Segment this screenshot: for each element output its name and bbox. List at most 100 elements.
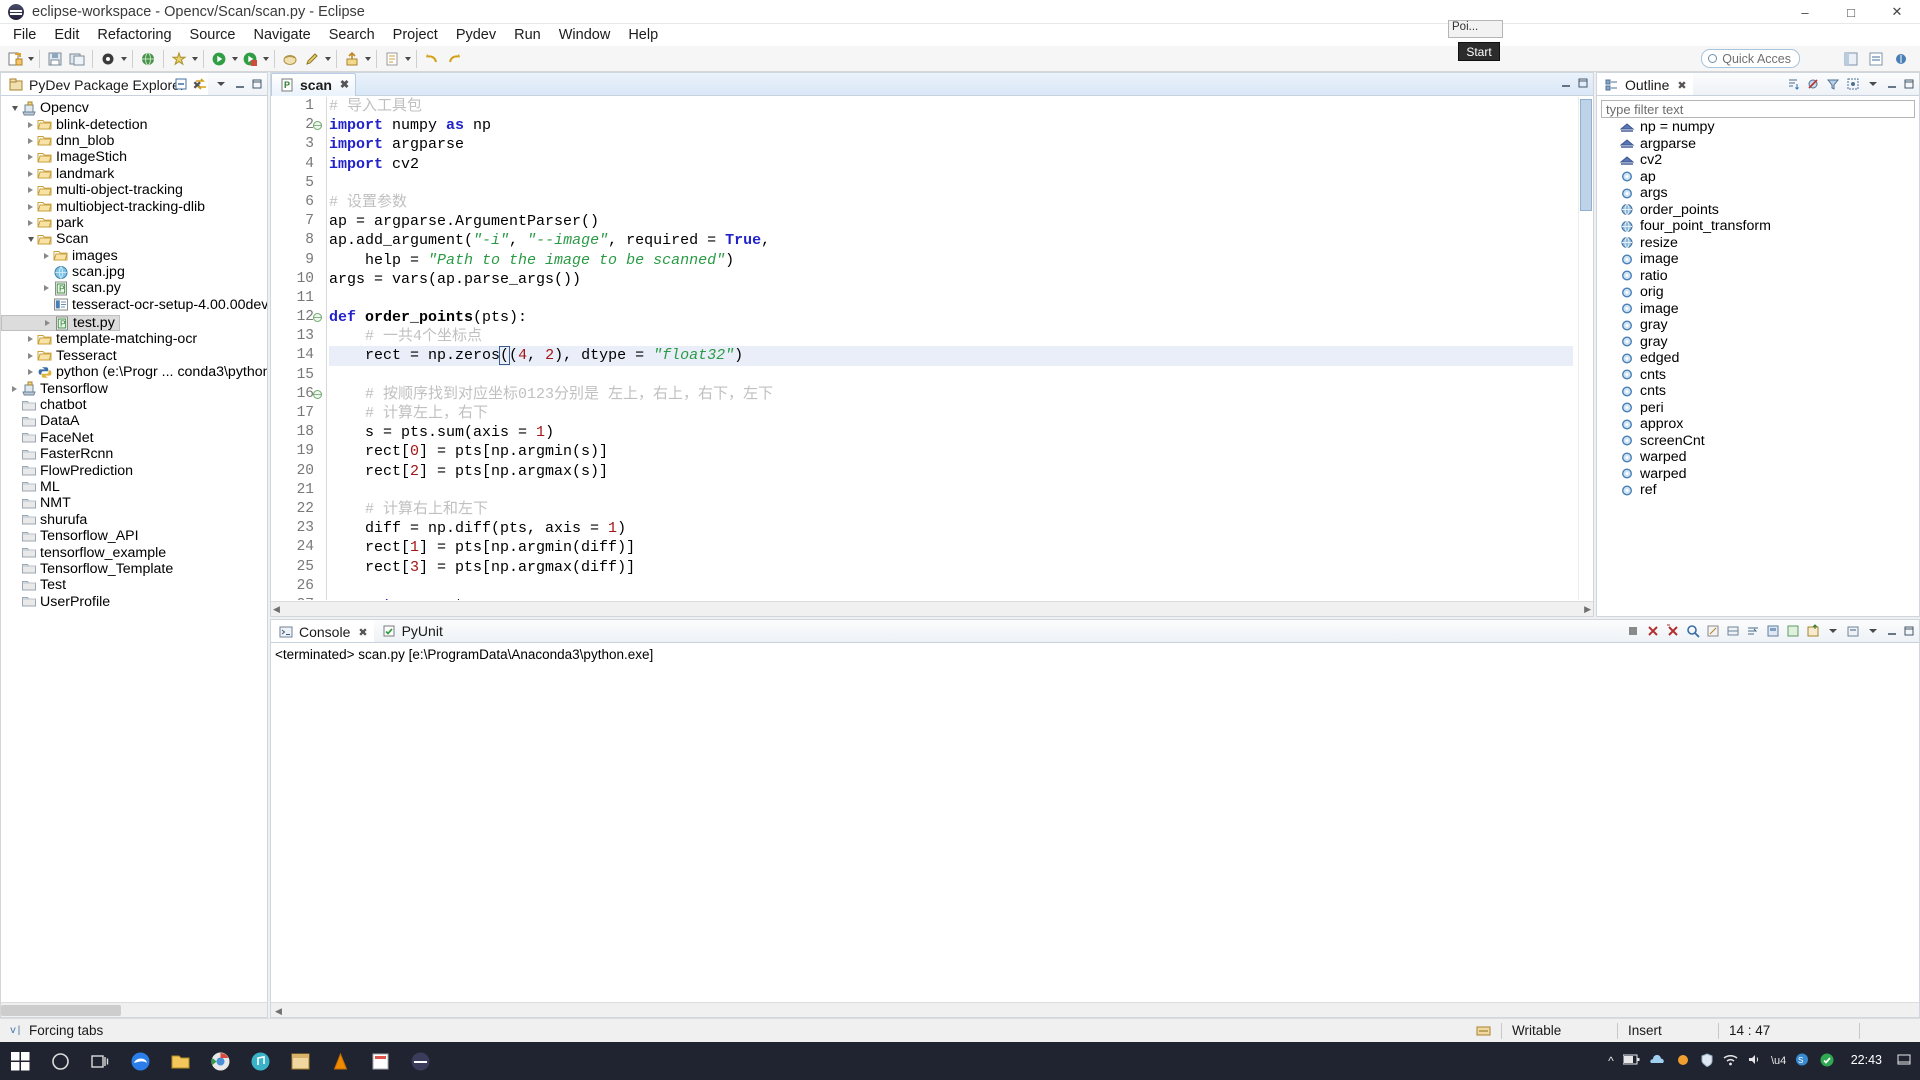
close-icon[interactable]: ✖: [358, 626, 367, 639]
volume-icon[interactable]: [1747, 1053, 1762, 1069]
console-view-menu-icon[interactable]: [1865, 623, 1881, 639]
code-line[interactable]: def order_points(pts):: [329, 308, 1573, 327]
chevron-right-icon[interactable]: [25, 364, 36, 380]
code-line[interactable]: [329, 289, 1573, 308]
action-center-icon[interactable]: [1897, 1053, 1912, 1070]
pin-console-icon[interactable]: [1765, 623, 1781, 639]
taskbar-clock[interactable]: 22:43: [1845, 1053, 1888, 1068]
chevron-right-icon[interactable]: [25, 331, 36, 347]
tree-item[interactable]: multiobject-tracking-dlib: [1, 198, 267, 215]
menu-source[interactable]: Source: [181, 25, 245, 45]
vlc-icon[interactable]: [320, 1042, 360, 1080]
outline-list[interactable]: np = numpy argparse cv2 ap args order_points f…: [1597, 119, 1919, 616]
scroll-left-icon[interactable]: ◀: [273, 604, 280, 615]
tree-item[interactable]: Test: [1, 577, 267, 593]
tree-item[interactable]: ML: [1, 479, 267, 495]
editor-vscrollbar[interactable]: [1578, 97, 1593, 600]
code-line[interactable]: import cv2: [329, 155, 1573, 174]
minimize-console-icon[interactable]: [1885, 625, 1898, 638]
scrollbar-thumb[interactable]: [1580, 99, 1592, 211]
scrollbar-track[interactable]: [280, 604, 1584, 615]
package-explorer-hscrollbar[interactable]: [1, 1002, 267, 1017]
pen-icon[interactable]: [302, 49, 322, 69]
tree-item[interactable]: python (e:\Progr ... conda3\python.exe): [1, 364, 267, 380]
outline-item[interactable]: image: [1597, 301, 1919, 318]
tree-item[interactable]: Tensorflow_Template: [1, 561, 267, 577]
minimize-button[interactable]: –: [1782, 0, 1828, 24]
back-icon[interactable]: [422, 49, 442, 69]
maximize-outline-icon[interactable]: [1902, 78, 1915, 91]
outline-item[interactable]: screenCnt: [1597, 433, 1919, 450]
code-line[interactable]: help = "Path to the image to be scanned"…: [329, 251, 1573, 270]
tree-item[interactable]: ImageStich: [1, 149, 267, 165]
outline-item[interactable]: args: [1597, 185, 1919, 202]
menu-search[interactable]: Search: [320, 25, 384, 45]
eclipse-taskbar-icon[interactable]: [400, 1042, 440, 1080]
code-line[interactable]: [329, 366, 1573, 385]
onedrive-icon[interactable]: [1649, 1053, 1666, 1069]
close-icon[interactable]: ✖: [1677, 79, 1686, 92]
sparkle-dropdown-icon[interactable]: [190, 49, 199, 69]
notification-badge-icon[interactable]: [1819, 1053, 1836, 1070]
remove-all-terminated-icon[interactable]: [1665, 623, 1681, 639]
outline-item[interactable]: peri: [1597, 400, 1919, 417]
clear-console-icon[interactable]: [1705, 623, 1721, 639]
code-line[interactable]: import numpy as np: [329, 116, 1573, 135]
console-output[interactable]: <terminated> scan.py [e:\ProgramData\Ana…: [271, 644, 1919, 1001]
code-line[interactable]: [329, 174, 1573, 193]
tree-item[interactable]: UserProfile: [1, 594, 267, 610]
tab-pyunit[interactable]: PyUnit: [374, 620, 449, 642]
battery-icon[interactable]: [1622, 1053, 1640, 1069]
outline-item[interactable]: argparse: [1597, 136, 1919, 153]
chevron-right-icon[interactable]: [25, 215, 36, 231]
terminate-icon[interactable]: [1645, 623, 1661, 639]
code-line[interactable]: # 导入工具包: [329, 97, 1573, 116]
maximize-console-icon[interactable]: [1902, 625, 1915, 638]
open-console-icon[interactable]: [1805, 623, 1821, 639]
search-marker-dropdown-icon[interactable]: [403, 49, 412, 69]
code-line[interactable]: rect = np.zeros((4, 2), dtype = "float32…: [329, 346, 1573, 366]
outline-item[interactable]: cnts: [1597, 383, 1919, 400]
new-console-view-icon[interactable]: [1845, 623, 1861, 639]
close-icon[interactable]: ✖: [340, 78, 349, 91]
chevron-right-icon[interactable]: [25, 133, 36, 149]
sparkle-icon[interactable]: [169, 49, 189, 69]
chevron-right-icon[interactable]: [25, 182, 36, 198]
tree-item[interactable]: tensorflow_example: [1, 544, 267, 561]
tree-item[interactable]: template-matching-ocr: [1, 331, 267, 347]
outline-item[interactable]: warped: [1597, 449, 1919, 466]
chevron-right-icon[interactable]: [25, 166, 36, 182]
debug-dropdown-icon[interactable]: [119, 49, 128, 69]
chevron-right-icon[interactable]: [9, 381, 20, 397]
menu-project[interactable]: Project: [384, 25, 447, 45]
outline-item[interactable]: warped: [1597, 466, 1919, 483]
run-external-icon[interactable]: [240, 49, 260, 69]
display-selected-console-icon[interactable]: [1785, 623, 1801, 639]
tree-item[interactable]: tesseract-ocr-setup-4.00.00dev.exe: [1, 297, 267, 313]
edge-icon[interactable]: [120, 1042, 160, 1080]
start-tooltip[interactable]: Start: [1458, 42, 1500, 61]
outline-item[interactable]: ref: [1597, 482, 1919, 499]
console-dropdown-icon[interactable]: [1825, 623, 1841, 639]
code-line[interactable]: # 一共4个坐标点: [329, 327, 1573, 346]
chevron-right-icon[interactable]: [25, 199, 36, 215]
outline-item[interactable]: ratio: [1597, 268, 1919, 285]
collapse-all-icon[interactable]: [173, 76, 189, 92]
outline-item[interactable]: approx: [1597, 416, 1919, 433]
terminate-all-icon[interactable]: [1625, 623, 1641, 639]
shield-icon[interactable]: [1700, 1052, 1714, 1070]
tree-item[interactable]: Scan: [1, 231, 267, 247]
tree-item[interactable]: Opencv: [1, 100, 267, 116]
chevron-right-icon[interactable]: [25, 348, 36, 364]
outline-item[interactable]: gray: [1597, 334, 1919, 351]
chevron-right-icon[interactable]: [25, 117, 36, 133]
link-with-editor-icon[interactable]: [193, 76, 209, 92]
word-wrap-icon[interactable]: [1745, 623, 1761, 639]
ime-language-icon[interactable]: \u4e2d: [1771, 1053, 1805, 1069]
pen-dropdown-icon[interactable]: [323, 49, 332, 69]
scroll-right-icon[interactable]: ▶: [1584, 604, 1591, 615]
chevron-down-icon[interactable]: [25, 231, 36, 247]
code-line[interactable]: rect[1] = pts[np.argmin(diff)]: [329, 538, 1573, 557]
tree-item[interactable]: FaceNet: [1, 430, 267, 446]
tree-item[interactable]: park: [1, 215, 267, 231]
